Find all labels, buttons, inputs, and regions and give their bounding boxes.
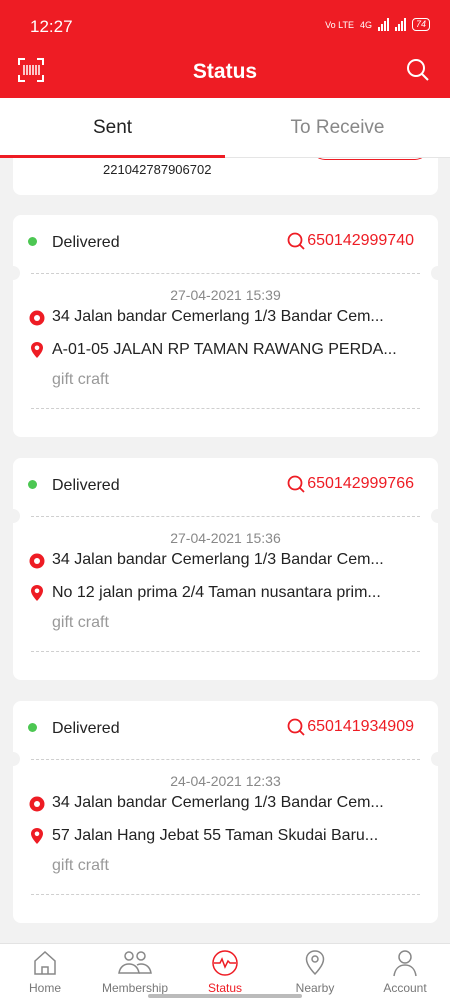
track-link[interactable]: 650141934909 bbox=[287, 718, 414, 736]
location-icon bbox=[305, 950, 325, 976]
destination-pin-icon bbox=[31, 342, 43, 358]
shipment-card[interactable]: Delivered 650141934909 24-04-2021 12:33 … bbox=[6, 701, 445, 923]
search-icon[interactable] bbox=[406, 58, 430, 82]
signal-icon bbox=[377, 18, 389, 31]
status-pulse-icon bbox=[212, 950, 238, 976]
tab-sent[interactable]: Sent bbox=[0, 98, 225, 158]
volte-indicator: Vo LTE bbox=[325, 19, 354, 30]
tracking-number: 650142999766 bbox=[307, 475, 414, 492]
destination-pin-icon bbox=[31, 585, 43, 601]
shipment-date: 24-04-2021 12:33 bbox=[170, 773, 281, 789]
app-header: Status bbox=[0, 52, 450, 98]
status-dot-icon bbox=[28, 723, 37, 732]
divider bbox=[31, 408, 420, 409]
item-description: gift craft bbox=[52, 371, 109, 388]
recipient-address: No 12 jalan prima 2/4 Taman nusantara pr… bbox=[52, 584, 381, 601]
tab-bar: Sent To Receive bbox=[0, 98, 450, 158]
nav-account[interactable]: Account bbox=[360, 944, 450, 1000]
nav-label: Home bbox=[28, 981, 61, 995]
search-icon bbox=[287, 718, 305, 736]
shipment-card-partial[interactable]: 221042787906702 bbox=[13, 158, 438, 195]
divider bbox=[31, 516, 420, 517]
tracking-number: 650142999740 bbox=[307, 232, 414, 249]
item-description: gift craft bbox=[52, 857, 109, 874]
status-dot-icon bbox=[28, 237, 37, 246]
status-label: Delivered bbox=[52, 477, 120, 494]
origin-pin-icon bbox=[29, 310, 45, 326]
shipment-date: 27-04-2021 15:36 bbox=[170, 530, 281, 546]
shipment-card[interactable]: Delivered 650142999740 27-04-2021 15:39 … bbox=[6, 215, 445, 437]
search-icon bbox=[287, 475, 305, 493]
bottom-navigation: Home Membership Status Nearby Account bbox=[0, 943, 450, 1000]
item-description: gift craft bbox=[52, 614, 109, 631]
clock: 12:27 bbox=[30, 17, 73, 36]
shipment-list[interactable]: 221042787906702 Delivered 650142999740 2… bbox=[0, 158, 450, 943]
signal-icon-2 bbox=[394, 18, 406, 31]
track-link[interactable]: 650142999766 bbox=[287, 475, 414, 493]
track-link[interactable]: 650142999740 bbox=[287, 232, 414, 250]
search-icon bbox=[287, 232, 305, 250]
nav-label: Account bbox=[383, 981, 427, 995]
origin-pin-icon bbox=[29, 553, 45, 569]
nav-home[interactable]: Home bbox=[0, 944, 90, 1000]
tab-to-receive[interactable]: To Receive bbox=[225, 98, 450, 157]
origin-pin-icon bbox=[29, 796, 45, 812]
nav-label: Nearby bbox=[295, 981, 335, 995]
nav-membership[interactable]: Membership bbox=[90, 944, 180, 1000]
recipient-address: 57 Jalan Hang Jebat 55 Taman Skudai Baru… bbox=[52, 827, 379, 844]
home-indicator bbox=[148, 994, 302, 998]
nav-status[interactable]: Status bbox=[180, 944, 270, 1000]
tracking-number: 221042787906702 bbox=[103, 162, 212, 177]
page-title: Status bbox=[192, 60, 258, 83]
tracking-number: 650141934909 bbox=[307, 718, 414, 735]
card-action-button[interactable] bbox=[311, 158, 429, 160]
destination-pin-icon bbox=[31, 828, 43, 844]
system-indicators: Vo LTE 4G 74 bbox=[325, 18, 430, 31]
nav-label: Status bbox=[207, 981, 243, 995]
divider bbox=[31, 651, 420, 652]
status-label: Delivered bbox=[52, 720, 120, 737]
membership-icon bbox=[118, 951, 152, 974]
home-icon bbox=[34, 950, 56, 975]
nav-nearby[interactable]: Nearby bbox=[270, 944, 360, 1000]
divider bbox=[31, 894, 420, 895]
nav-label: Membership bbox=[101, 981, 169, 995]
divider bbox=[31, 273, 420, 274]
account-icon bbox=[393, 950, 417, 977]
status-dot-icon bbox=[28, 480, 37, 489]
status-label: Delivered bbox=[52, 234, 120, 251]
shipment-date: 27-04-2021 15:39 bbox=[170, 287, 281, 303]
system-status-bar: 12:27 Vo LTE 4G 74 bbox=[0, 0, 450, 52]
battery-icon: 74 bbox=[411, 18, 430, 31]
sender-address: 34 Jalan bandar Cemerlang 1/3 Bandar Cem… bbox=[52, 551, 384, 568]
divider bbox=[31, 759, 420, 760]
network-type: 4G bbox=[359, 19, 372, 30]
recipient-address: A-01-05 JALAN RP TAMAN RAWANG PERDA... bbox=[52, 341, 397, 358]
sender-address: 34 Jalan bandar Cemerlang 1/3 Bandar Cem… bbox=[52, 794, 384, 811]
shipment-card[interactable]: Delivered 650142999766 27-04-2021 15:36 … bbox=[6, 458, 445, 680]
sender-address: 34 Jalan bandar Cemerlang 1/3 Bandar Cem… bbox=[52, 308, 384, 325]
